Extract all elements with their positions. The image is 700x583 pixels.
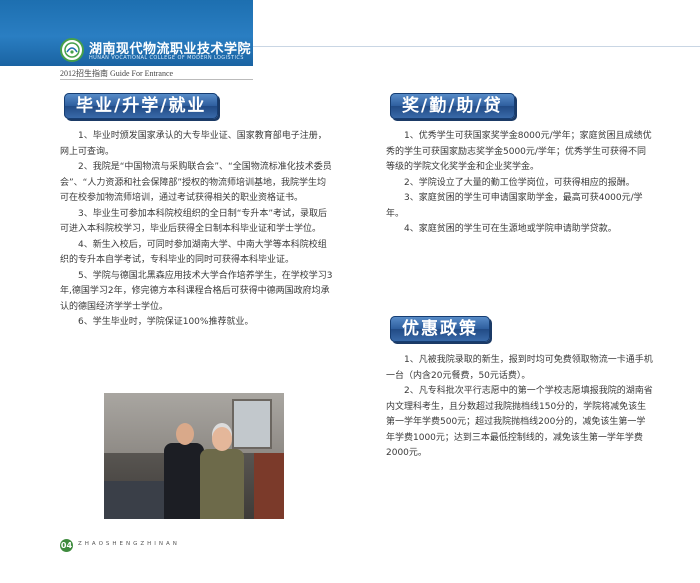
employment-title: 毕业/升学/就业 <box>64 93 219 119</box>
scholarship-paragraph: 2、学院设立了大量的勤工俭学岗位，可获得相应的报酬。 <box>404 177 635 188</box>
guide-caption: 2012招生指南 Guide For Entrance <box>60 69 174 78</box>
guide-divider <box>60 79 253 80</box>
scholarship-paragraph: 4、家庭贫困的学生可在生源地或学院申请助学贷款。 <box>404 224 617 234</box>
employment-paragraph: 3、毕业生可参加本科院校组织的全日制“专升本”考试，录取后可进入本科院校学习，毕… <box>60 208 328 235</box>
meeting-photo <box>104 393 284 519</box>
photo-person-right <box>200 427 244 519</box>
employment-paragraph: 2、我院是“中国物流与采购联合会”、“全国物流标准化技术委员会”、“人力资源和社… <box>60 162 332 203</box>
policy-paragraph: 1、凡被我院录取的新生，报到时均可免费领取物流一卡通手机一台（内含20元餐费，5… <box>386 355 653 381</box>
policy-paragraph: 2、凡专科批次平行志愿中的第一个学校志愿填报我院的湖南省内文理科考生，且分数超过… <box>386 386 653 458</box>
policy-title: 优惠政策 <box>390 316 490 342</box>
scholarship-title: 奖/勤/助/贷 <box>390 93 515 119</box>
employment-paragraph: 6、学生毕业时，学院保证100%推荐就业。 <box>78 317 254 327</box>
photo-brick-wall <box>254 453 284 519</box>
scholarship-paragraph: 3、家庭贫困的学生可申请国家助学金，最高可获4000元/学年。 <box>386 193 643 219</box>
policy-text: 1、凡被我院录取的新生，报到时均可免费领取物流一卡通手机一台（内含20元餐费，5… <box>386 353 654 462</box>
footer-running-text: ZHAOSHENGZHINAN <box>78 541 180 547</box>
employment-text: 1、毕业时颁发国家承认的大专毕业证、国家教育部电子注册，网上可查询。 2、我院是… <box>60 129 334 331</box>
college-name-en: HUNAN VOCATIONAL COLLEGE OF MODERN LOGIS… <box>89 55 244 61</box>
employment-paragraph: 1、毕业时颁发国家承认的大专毕业证、国家教育部电子注册，网上可查询。 <box>60 131 327 157</box>
scholarship-paragraph: 1、优秀学生可获国家奖学金8000元/学年；家庭贫困且成绩优秀的学生可获国家励志… <box>386 131 652 172</box>
college-logo-icon <box>60 38 84 62</box>
header-divider <box>253 46 700 47</box>
scholarship-text: 1、优秀学生可获国家奖学金8000元/学年；家庭贫困且成绩优秀的学生可获国家励志… <box>386 129 654 238</box>
page-number: 04 <box>60 539 73 552</box>
employment-paragraph: 5、学院与德国北黑森应用技术大学合作培养学生，在学校学习3年,德国学习2年，修完… <box>60 270 333 312</box>
photo-person-left <box>164 423 204 519</box>
header-banner: 湖南现代物流职业技术学院 HUNAN VOCATIONAL COLLEGE OF… <box>0 0 253 66</box>
employment-paragraph: 4、新生入校后，可同时参加湖南大学、中南大学等本科院校组织的专升本自学考试，专科… <box>60 239 327 266</box>
